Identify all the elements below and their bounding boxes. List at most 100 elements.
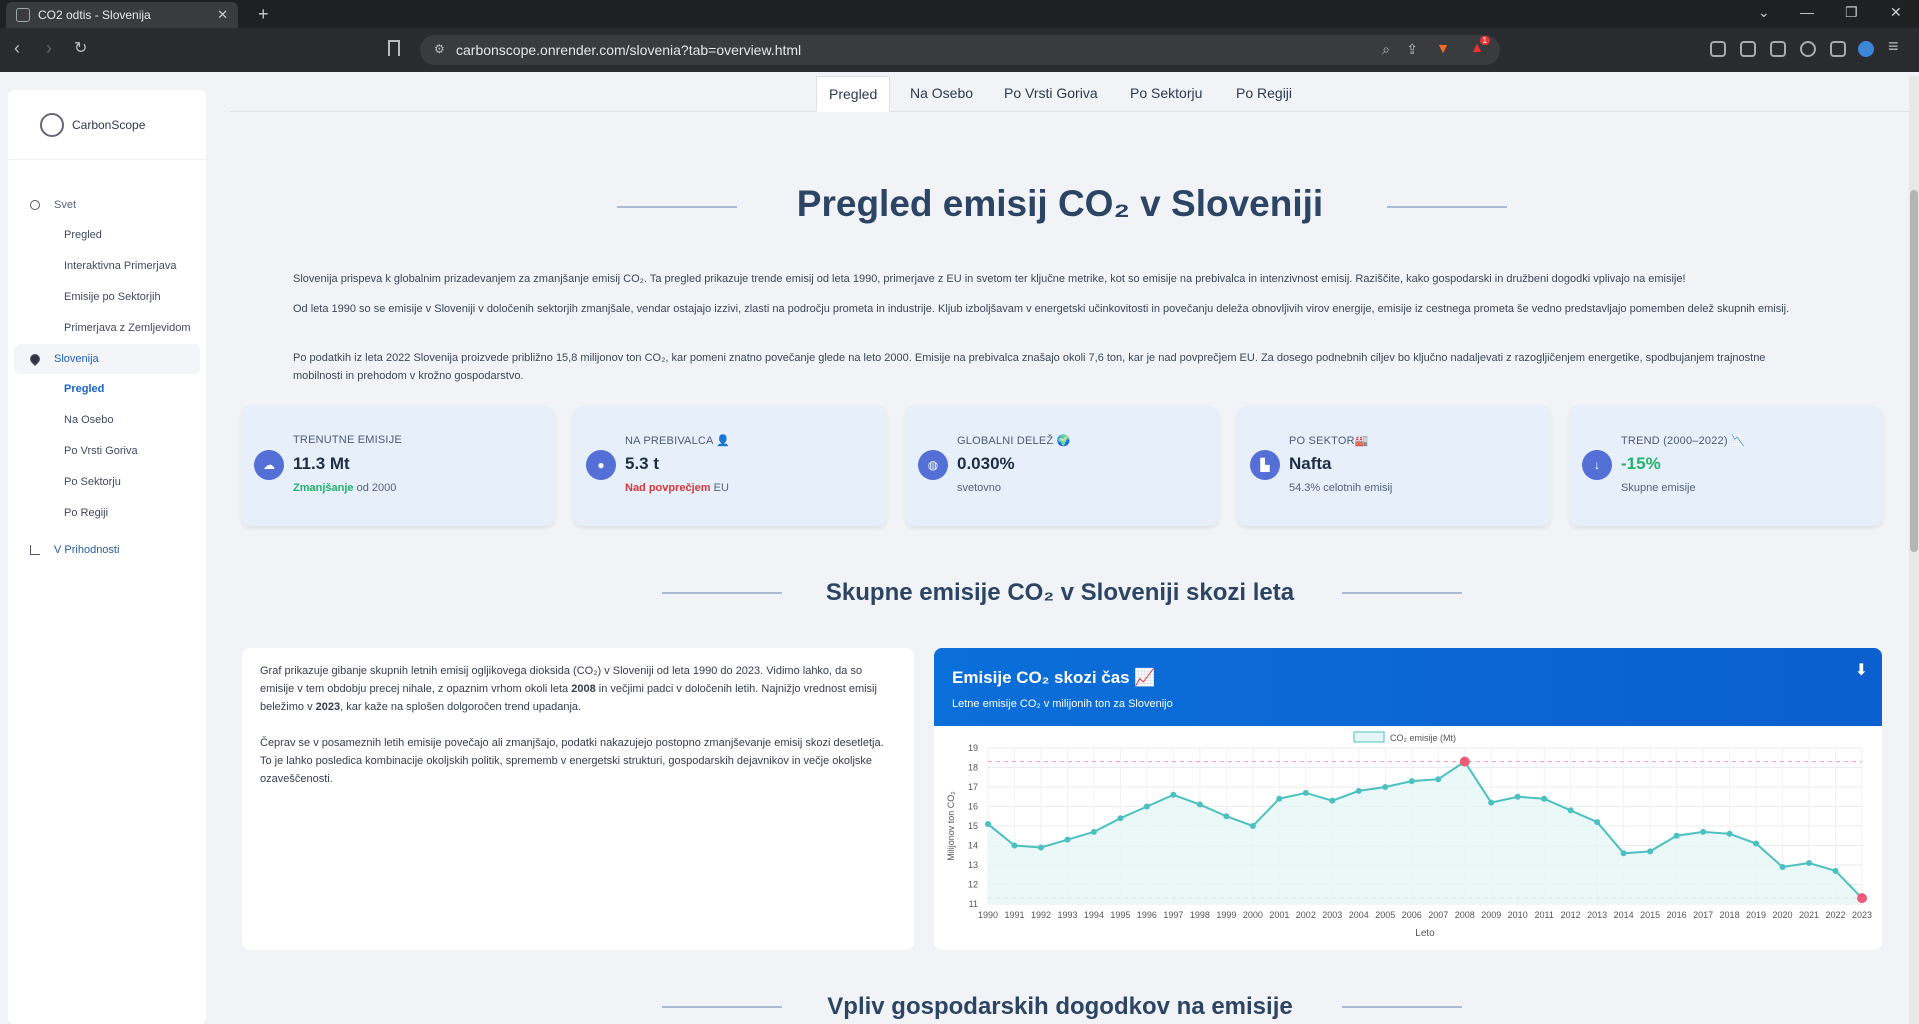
sidebar-sub-sektorji[interactable]: Emisije po Sektorjih [8,282,206,313]
metric-sub: Zmanjšanje od 2000 [293,482,396,494]
tab-po-regiji[interactable]: Po Regiji [1224,76,1304,112]
vpn-icon[interactable] [1830,41,1846,57]
section-tabs: Pregled Na Osebo Po Vrsti Goriva Po Sekt… [230,76,1910,112]
sidebar-sub-sektor[interactable]: Po Sektorju [8,467,206,498]
sidebar-sub-na-osebo[interactable]: Na Osebo [8,405,206,436]
menu-icon[interactable]: ≡ [1888,36,1899,57]
leo-icon[interactable] [1800,41,1816,57]
y-tick-label: 19 [968,743,978,753]
maximize-icon[interactable]: ❐ [1845,4,1858,21]
section-title-events: Vpliv gospodarskih dogodkov na emisije [827,993,1293,1020]
sidebar-toggle-icon[interactable] [1740,41,1756,57]
emissions-line-chart: 11 12 13 14 15 16 17 18 19 1990 1991 1992 1993 1994 19… [946,731,1872,939]
sidebar-sub-interaktivna[interactable]: Interaktivna Primerjava [8,251,206,282]
minimize-icon[interactable]: — [1800,4,1814,20]
brave-shield-icon[interactable]: ▼ [1436,40,1450,56]
browser-tab[interactable]: CO2 odtis - Slovenija ✕ [6,2,238,28]
globe-icon: ◍ [918,450,948,480]
data-point [1514,793,1521,800]
tab-title: CO2 odtis - Slovenija [38,8,151,22]
data-point [1382,784,1389,790]
metric-value: 5.3 t [625,454,660,473]
x-tick-label: 2006 [1402,910,1422,920]
metric-value: Nafta [1289,454,1332,473]
metric-label: NA PREBIVALCA 👤 [625,435,731,447]
rewards-badge: 1 [1479,36,1490,45]
metric-card-emissions: ☁ TRENUTNE EMISIJE 11.3 Mt Zmanjšanje od… [242,406,554,526]
browser-toolbar: ‹ › ↻ ⚙ carbonscope.onrender.com/sloveni… [0,28,1919,72]
logo-icon [40,112,64,137]
x-tick-label: 1998 [1190,910,1210,920]
data-point [1753,840,1760,847]
close-tab-icon[interactable]: ✕ [217,7,228,23]
metric-highlight: Nad povprečjem [625,482,711,494]
metric-card-per-capita: ● NA PREBIVALCA 👤 5.3 t Nad povprečjem E… [574,406,886,526]
metric-sub: 54.3% celotnih emisij [1289,482,1393,494]
x-tick-label: 2019 [1746,910,1766,920]
sidebar-sub-pregled-si[interactable]: Pregled [8,374,206,405]
metric-label: PO SEKTOR🏭 [1289,435,1369,447]
sidebar-sub-pregled[interactable]: Pregled [8,220,206,251]
wallet-icon[interactable] [1770,41,1786,57]
extensions-icon[interactable] [1710,41,1726,57]
forward-icon[interactable]: › [46,38,52,59]
share-icon[interactable]: ⇪ [1406,41,1418,58]
chart-line-icon [30,545,40,555]
intro-paragraph-2: Od leta 1990 so se emisije v Sloveniji v… [293,303,1790,315]
browser-tabbar: CO2 odtis - Slovenija ✕ + ⌄ — ❐ ✕ [0,0,1919,28]
x-tick-label: 2013 [1587,910,1607,920]
new-tab-icon[interactable]: + [258,4,269,25]
metric-sub: Nad povprečjem EU [625,482,729,494]
sidebar-item-svet[interactable]: Svet [8,190,206,220]
tab-po-sektorju[interactable]: Po Sektorju [1118,76,1214,112]
x-axis-label: Leto [1415,928,1435,939]
scrollbar-thumb[interactable] [1910,190,1918,552]
sidebar-sub-regija[interactable]: Po Regiji [8,498,206,529]
address-bar[interactable]: ⚙ carbonscope.onrender.com/slovenia?tab=… [420,35,1500,65]
zoom-icon[interactable]: ⌕ [1382,41,1390,58]
tab-list-icon[interactable]: ⌄ [1758,4,1770,21]
sidebar-sub-zemljevid[interactable]: Primerjava z Zemljevidom [8,313,206,344]
globe-icon [30,200,40,210]
sidebar-item-prihodnost[interactable]: V Prihodnosti [8,535,206,565]
x-tick-label: 2004 [1349,910,1369,920]
download-icon[interactable]: ⬇ [1855,660,1868,680]
sidebar-sub-gorivo[interactable]: Po Vrsti Goriva [8,436,206,467]
x-tick-label: 2008 [1455,910,1475,920]
x-tick-label: 1990 [978,910,998,920]
x-tick-label: 2005 [1375,910,1395,920]
description-paragraph-2: Čeprav se v posameznih letih emisije pov… [260,737,884,785]
bookmark-icon[interactable] [388,40,400,56]
x-tick-label: 2010 [1508,910,1528,920]
x-tick-label: 1993 [1057,910,1077,920]
x-tick-label: 1999 [1216,910,1236,920]
brand[interactable]: CarbonScope [8,90,206,160]
tab-po-vrsti-goriva[interactable]: Po Vrsti Goriva [992,76,1110,112]
y-axis-label: Milijonov ton CO₂ [946,791,956,861]
data-point [1806,860,1813,867]
data-point [1064,836,1071,843]
data-point [1700,828,1707,835]
tab-na-osebo[interactable]: Na Osebo [898,76,985,112]
data-point [1355,787,1362,794]
data-point [1223,813,1230,820]
sidebar-item-slovenija[interactable]: Slovenija [14,344,200,374]
metric-highlight: Zmanjšanje [293,482,354,494]
x-tick-label: 2018 [1720,910,1740,920]
x-tick-label: 1997 [1163,910,1183,920]
reload-icon[interactable]: ↻ [74,38,87,58]
metric-sub: Skupne emisije [1621,482,1696,494]
x-tick-label: 1992 [1031,910,1051,920]
section3-rule-right [1342,1006,1462,1008]
tab-pregled[interactable]: Pregled [816,76,891,112]
site-info-icon[interactable]: ⚙ [434,42,445,56]
section-rule-right [1342,592,1462,594]
back-icon[interactable]: ‹ [14,38,20,59]
x-tick-label: 2022 [1825,910,1845,920]
url-text: carbonscope.onrender.com/slovenia?tab=ov… [456,42,802,58]
profile-icon[interactable] [1858,41,1874,57]
section-title-emissions: Skupne emisije CO₂ v Sloveniji skozi let… [825,579,1295,606]
close-window-icon[interactable]: ✕ [1890,4,1902,21]
metric-value: 11.3 Mt [293,454,350,473]
metric-sub-text: od 2000 [353,482,397,494]
